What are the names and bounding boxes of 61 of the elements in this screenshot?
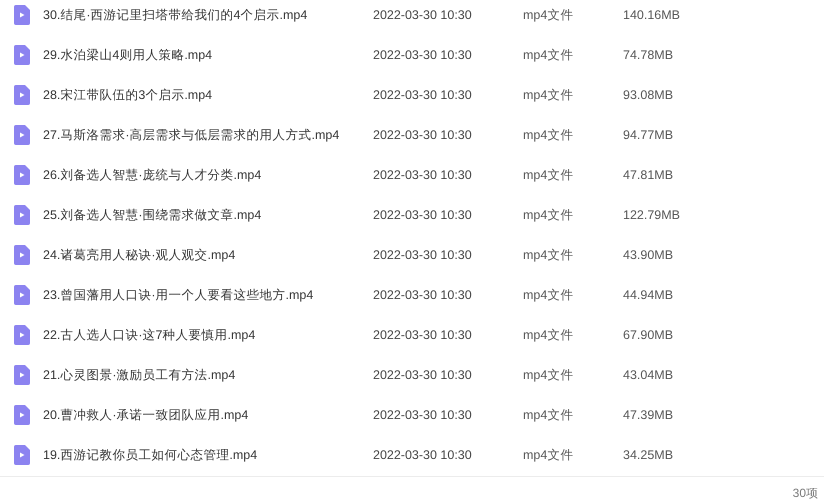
file-size: 44.94MB: [623, 286, 674, 304]
file-type: mp4文件: [523, 326, 574, 344]
item-count: 30项: [792, 485, 818, 502]
video-file-icon: [14, 405, 30, 425]
file-name[interactable]: 26.刘备选人智慧·庞统与人才分类.mp4: [43, 166, 373, 184]
file-type: mp4文件: [523, 86, 574, 104]
file-name[interactable]: 25.刘备选人智慧·围绕需求做文章.mp4: [43, 206, 373, 224]
file-size: 34.25MB: [623, 446, 674, 464]
modified-date: 2022-03-30 10:30: [373, 366, 473, 384]
modified-date: 2022-03-30 10:30: [373, 406, 473, 424]
modified-date: 2022-03-30 10:30: [373, 166, 473, 184]
video-file-icon: [14, 85, 30, 105]
file-name[interactable]: 28.宋江带队伍的3个启示.mp4: [43, 86, 373, 104]
file-size: 43.90MB: [623, 246, 674, 264]
file-type: mp4文件: [523, 206, 574, 224]
file-type: mp4文件: [523, 126, 574, 144]
file-name[interactable]: 19.西游记教你员工如何心态管理.mp4: [43, 446, 373, 464]
file-type: mp4文件: [523, 446, 574, 464]
file-size: 74.78MB: [623, 46, 674, 64]
modified-date: 2022-03-30 10:30: [373, 6, 473, 24]
file-size: 94.77MB: [623, 126, 674, 144]
file-size: 140.16MB: [623, 6, 680, 24]
file-size: 67.90MB: [623, 326, 674, 344]
video-file-icon: [14, 445, 30, 465]
video-file-icon: [14, 5, 30, 25]
file-size: 47.39MB: [623, 406, 674, 424]
file-size: 43.04MB: [623, 366, 674, 384]
file-type: mp4文件: [523, 6, 574, 24]
modified-date: 2022-03-30 10:30: [373, 326, 473, 344]
file-type: mp4文件: [523, 286, 574, 304]
file-name[interactable]: 29.水泊梁山4则用人策略.mp4: [43, 46, 373, 64]
video-file-icon: [14, 45, 30, 65]
file-name[interactable]: 27.马斯洛需求·高层需求与低层需求的用人方式.mp4: [43, 126, 373, 144]
file-size: 122.79MB: [623, 206, 680, 224]
video-file-icon: [14, 165, 30, 185]
video-file-icon: [14, 365, 30, 385]
modified-date: 2022-03-30 10:30: [373, 126, 473, 144]
file-type: mp4文件: [523, 46, 574, 64]
file-name[interactable]: 22.古人选人口诀·这7种人要慎用.mp4: [43, 326, 373, 344]
video-file-icon: [14, 325, 30, 345]
file-type: mp4文件: [523, 166, 574, 184]
file-name[interactable]: 24.诸葛亮用人秘诀·观人观交.mp4: [43, 246, 373, 264]
video-file-icon: [14, 125, 30, 145]
video-file-icon: [14, 205, 30, 225]
file-name[interactable]: 23.曾国藩用人口诀·用一个人要看这些地方.mp4: [43, 286, 373, 304]
video-file-icon: [14, 245, 30, 265]
modified-date: 2022-03-30 10:30: [373, 446, 473, 464]
modified-date: 2022-03-30 10:30: [373, 246, 473, 264]
file-name[interactable]: 21.心灵图景·激励员工有方法.mp4: [43, 366, 373, 384]
modified-date: 2022-03-30 10:30: [373, 46, 473, 64]
modified-date: 2022-03-30 10:30: [373, 86, 473, 104]
file-type: mp4文件: [523, 246, 574, 264]
file-size: 47.81MB: [623, 166, 674, 184]
file-type: mp4文件: [523, 406, 574, 424]
video-file-icon: [14, 285, 30, 305]
file-name[interactable]: 20.曹冲救人·承诺一致团队应用.mp4: [43, 406, 373, 424]
modified-date: 2022-03-30 10:30: [373, 286, 473, 304]
file-size: 93.08MB: [623, 86, 674, 104]
file-type: mp4文件: [523, 366, 574, 384]
file-name[interactable]: 30.结尾·西游记里扫塔带给我们的4个启示.mp4: [43, 6, 373, 24]
modified-date: 2022-03-30 10:30: [373, 206, 473, 224]
